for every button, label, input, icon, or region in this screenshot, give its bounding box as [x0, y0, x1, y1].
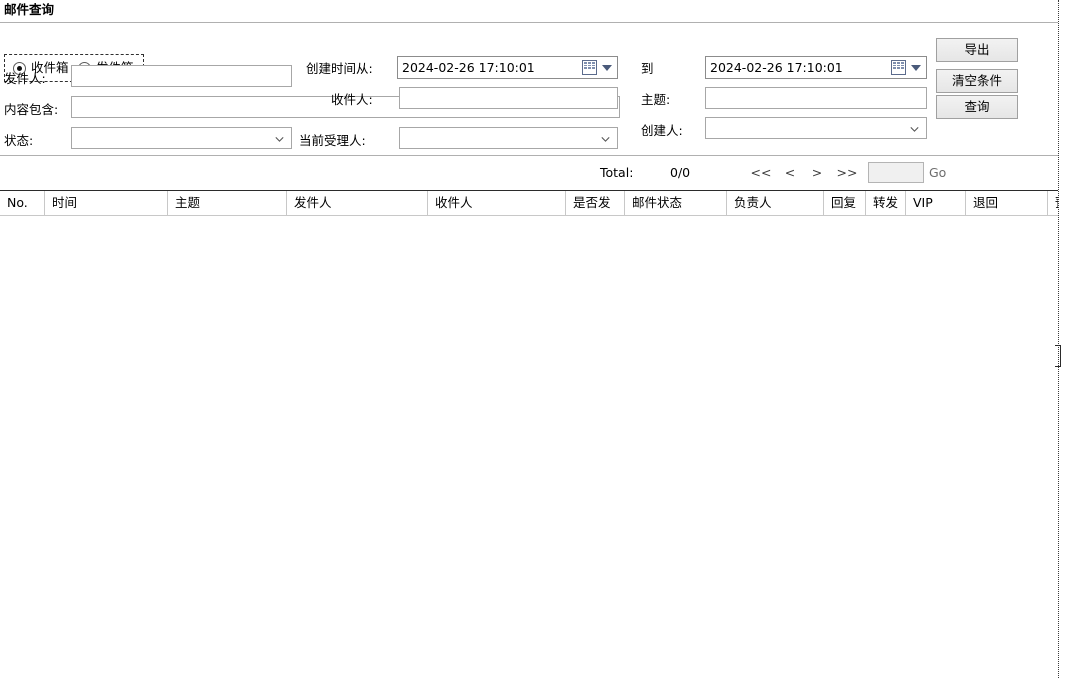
page-title: 邮件查询: [4, 2, 55, 17]
current-handler-label: 当前受理人:: [299, 133, 366, 148]
grid-header-cell[interactable]: 是否发: [566, 191, 625, 215]
query-button[interactable]: 查询: [936, 95, 1018, 119]
status-select[interactable]: [71, 127, 292, 149]
mail-query-window: 邮件查询 收件箱 发件箱 发件人: 内容包含: 状态: 创建时间从:: [0, 0, 1070, 678]
date-dropdown-arrow-icon[interactable]: [911, 65, 921, 71]
status-label: 状态:: [4, 133, 34, 148]
grid-header-cell[interactable]: 退回: [966, 191, 1048, 215]
prev-page-button[interactable]: <: [782, 165, 798, 181]
panel-dotted-edge: [1058, 0, 1059, 678]
chevron-down-icon: [275, 135, 284, 144]
create-time-to-value: 2024-02-26 17:10:01: [710, 60, 843, 75]
last-page-button[interactable]: >>: [836, 165, 858, 181]
page-number-input[interactable]: [868, 162, 924, 183]
export-button[interactable]: 导出: [936, 38, 1018, 62]
grid-body: [0, 216, 1058, 678]
calendar-icon[interactable]: [891, 60, 906, 75]
first-page-button[interactable]: <<: [750, 165, 772, 181]
clear-criteria-button[interactable]: 清空条件: [936, 69, 1018, 93]
grid-header-row: No.时间主题发件人收件人是否发邮件状态负责人回复转发VIP退回预: [0, 191, 1058, 216]
grid-header-cell[interactable]: 时间: [45, 191, 168, 215]
create-time-from-value: 2024-02-26 17:10:01: [402, 60, 535, 75]
receiver-label: 收件人:: [331, 92, 373, 107]
chevron-down-icon: [601, 135, 610, 144]
grid-header-cell[interactable]: 收件人: [428, 191, 566, 215]
query-criteria-panel: 收件箱 发件箱 发件人: 内容包含: 状态: 创建时间从: 2024-02-26…: [0, 22, 1058, 156]
next-page-button[interactable]: >: [809, 165, 825, 181]
content-contains-label: 内容包含:: [4, 102, 59, 117]
mail-results-grid: No.时间主题发件人收件人是否发邮件状态负责人回复转发VIP退回预: [0, 190, 1058, 678]
create-time-to-label: 到: [641, 61, 654, 76]
creator-label: 创建人:: [641, 123, 683, 138]
grid-header-cell[interactable]: No.: [0, 191, 45, 215]
subject-input[interactable]: [705, 87, 927, 109]
create-time-from-picker[interactable]: 2024-02-26 17:10:01: [397, 56, 618, 79]
grid-header-cell[interactable]: 回复: [824, 191, 866, 215]
sender-input[interactable]: [71, 65, 292, 87]
create-time-from-label: 创建时间从:: [306, 61, 373, 76]
sender-label: 发件人:: [4, 71, 46, 86]
creator-select[interactable]: [705, 117, 927, 139]
total-label: Total:: [600, 165, 634, 180]
grid-header-cell[interactable]: VIP: [906, 191, 966, 215]
grid-header-cell[interactable]: 主题: [168, 191, 287, 215]
date-dropdown-arrow-icon[interactable]: [602, 65, 612, 71]
grid-header-cell[interactable]: 预: [1048, 191, 1058, 215]
subject-label: 主题:: [641, 92, 671, 107]
current-handler-select[interactable]: [399, 127, 618, 149]
grid-header-cell[interactable]: 邮件状态: [625, 191, 727, 215]
go-button[interactable]: Go: [929, 165, 946, 181]
chevron-down-icon: [910, 125, 919, 134]
vertical-splitter-handle[interactable]: [1055, 345, 1061, 367]
create-time-to-picker[interactable]: 2024-02-26 17:10:01: [705, 56, 927, 79]
calendar-icon[interactable]: [582, 60, 597, 75]
receiver-input[interactable]: [399, 87, 618, 109]
grid-header-cell[interactable]: 负责人: [727, 191, 824, 215]
grid-header-cell[interactable]: 转发: [866, 191, 906, 215]
grid-header-cell[interactable]: 发件人: [287, 191, 428, 215]
total-value: 0/0: [670, 165, 691, 180]
